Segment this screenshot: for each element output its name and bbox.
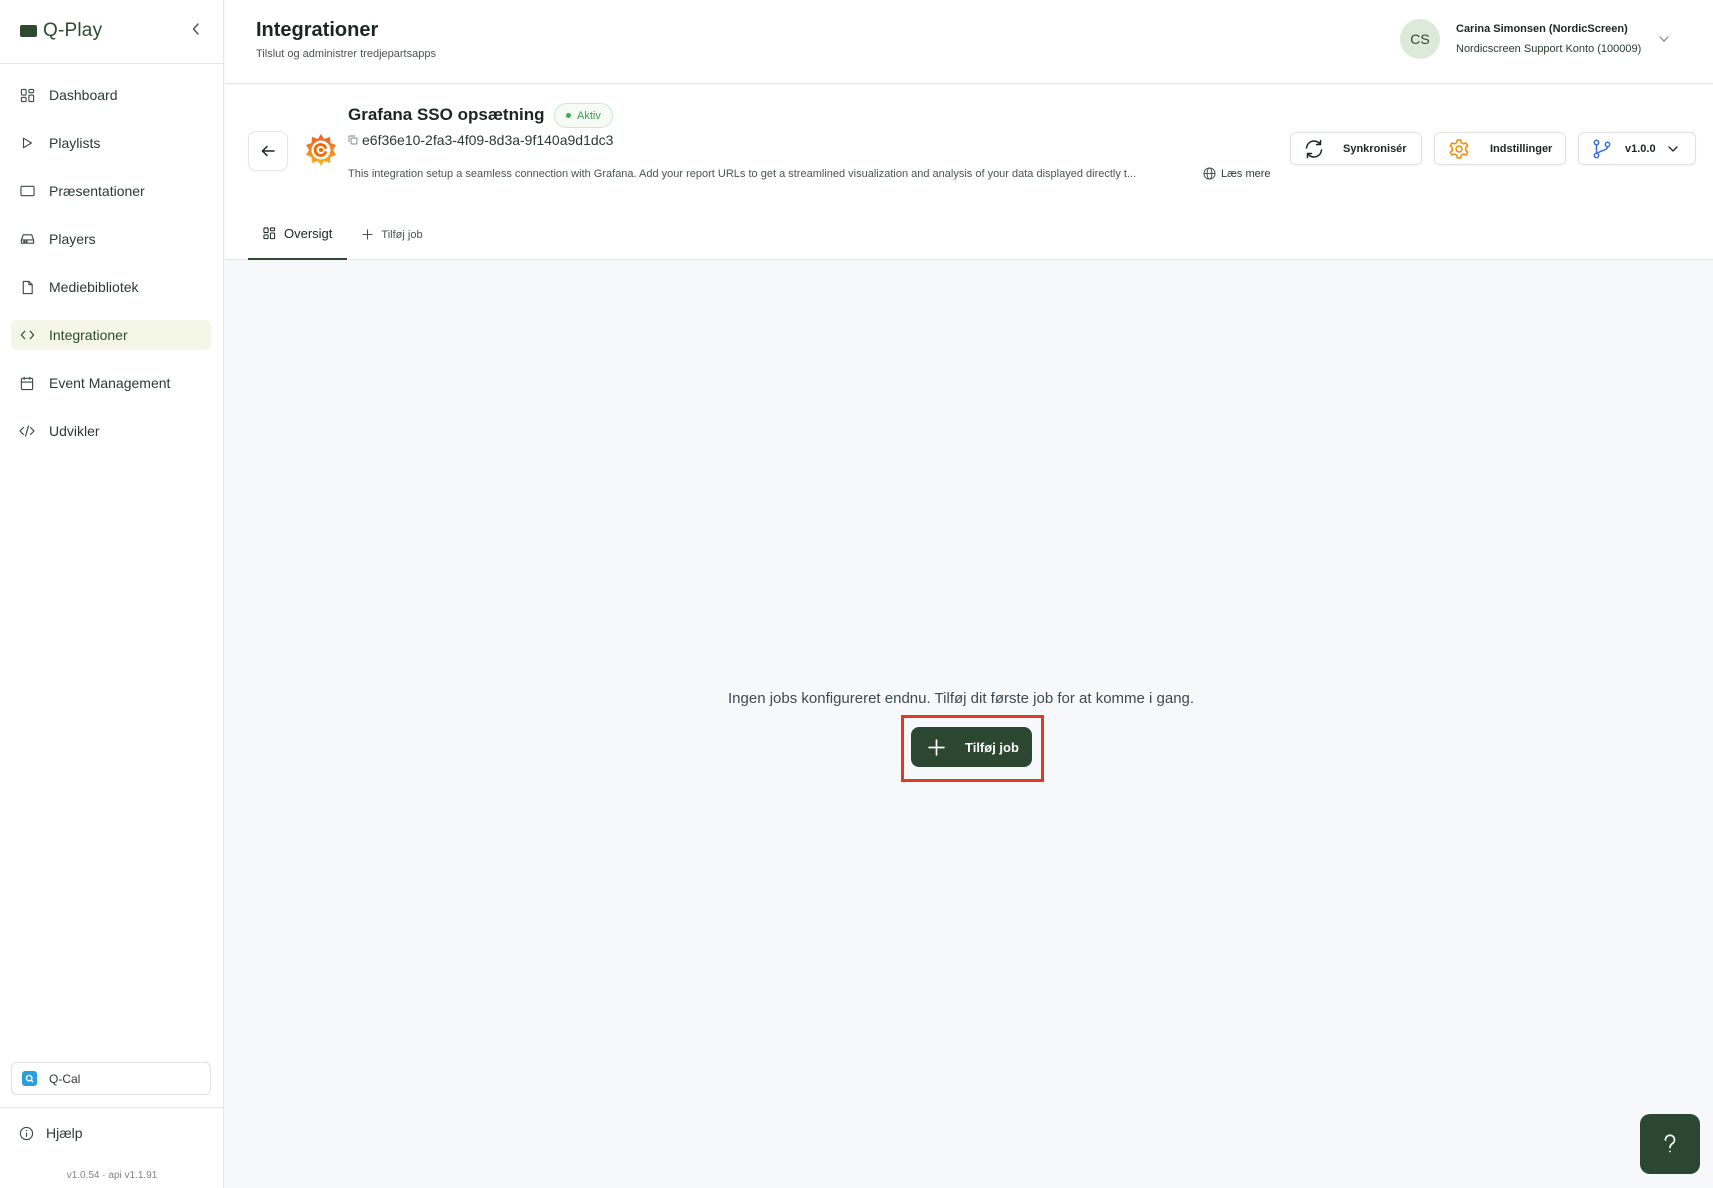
- sidebar-item-label: Dashboard: [49, 87, 118, 103]
- code-slash-icon: [19, 423, 35, 439]
- gear-icon: [1449, 138, 1469, 159]
- play-icon: [19, 135, 35, 151]
- code-brackets-icon: [19, 327, 35, 343]
- tab-label: Oversigt: [284, 226, 333, 241]
- git-branch-icon: [1593, 139, 1611, 158]
- back-button[interactable]: [248, 131, 288, 171]
- add-job-button[interactable]: Tilføj job: [911, 727, 1032, 767]
- help-label: Hjælp: [46, 1125, 83, 1141]
- sidebar-item-label: Udvikler: [49, 423, 100, 439]
- page-title: Integrationer: [256, 19, 379, 41]
- tab-label: Tilføj job: [381, 228, 423, 241]
- settings-button[interactable]: Indstillinger: [1434, 132, 1566, 165]
- sidebar-divider: [0, 63, 224, 64]
- refresh-icon: [1305, 139, 1323, 158]
- q-play-logo-icon: [20, 25, 37, 37]
- sidebar-item-label: Præsentationer: [49, 183, 145, 199]
- calendar-icon: [19, 375, 35, 391]
- status-label: Aktiv: [577, 109, 601, 122]
- grid-icon: [263, 227, 276, 240]
- user-name: Carina Simonsen (NordicScreen): [1456, 23, 1628, 35]
- tab-overview[interactable]: Oversigt: [248, 209, 348, 260]
- sidebar-item-presentations[interactable]: Præsentationer: [11, 176, 211, 206]
- collapse-sidebar-button[interactable]: [186, 18, 206, 40]
- question-icon: [1664, 1134, 1676, 1153]
- add-job-label: Tilføj job: [965, 739, 1019, 755]
- sidebar-nav: Dashboard Playlists Præsentationer Playe…: [11, 80, 211, 464]
- integration-tabs: Oversigt Tilføj job: [248, 209, 438, 260]
- sidebar-item-label: Integrationer: [49, 327, 128, 343]
- file-icon: [19, 279, 35, 295]
- grafana-logo-icon: [306, 134, 336, 166]
- page-subtitle: Tilslut og administrer tredjepartsapps: [256, 48, 436, 60]
- sidebar: Q-Play Dashboard Playlists Præsentatione…: [0, 0, 224, 1188]
- sidebar-item-playlists[interactable]: Playlists: [11, 128, 211, 158]
- dashboard-icon: [19, 87, 35, 103]
- app-version: v1.0.54 · api v1.1.91: [66, 1170, 158, 1181]
- brand[interactable]: Q-Play: [20, 18, 102, 44]
- empty-state-message: Ingen jobs konfigureret endnu. Tilføj di…: [728, 690, 1195, 707]
- info-icon: [19, 1126, 34, 1140]
- user-info: Carina Simonsen (NordicScreen) Nordicscr…: [1456, 23, 1641, 55]
- chevron-left-icon: [192, 23, 199, 35]
- status-dot-icon: [566, 113, 571, 118]
- chevron-down-icon: [1667, 145, 1678, 152]
- sidebar-item-developer[interactable]: Udvikler: [11, 416, 211, 446]
- screen-icon: [19, 183, 35, 199]
- version-label: v1.0.0: [1625, 142, 1656, 155]
- q-cal-label: Q-Cal: [49, 1071, 81, 1086]
- user-menu[interactable]: CS Carina Simonsen (NordicScreen) Nordic…: [1400, 19, 1669, 59]
- integration-id[interactable]: e6f36e10-2fa3-4f09-8d3a-9f140a9d1dc3: [348, 132, 613, 148]
- player-icon: [19, 231, 35, 247]
- read-more-link[interactable]: Læs mere: [1203, 167, 1271, 180]
- plus-icon: [362, 229, 374, 240]
- help-floating-button[interactable]: [1640, 1114, 1700, 1174]
- chevron-down-icon: [1659, 36, 1669, 42]
- plus-icon: [928, 738, 945, 756]
- sidebar-item-dashboard[interactable]: Dashboard: [11, 80, 211, 110]
- integration-header: Grafana SSO opsætning Aktiv e6f36e10-2fa…: [225, 85, 1713, 260]
- sidebar-item-label: Players: [49, 231, 96, 247]
- integration-title: Grafana SSO opsætning: [348, 105, 545, 124]
- sidebar-item-players[interactable]: Players: [11, 224, 211, 254]
- version-selector[interactable]: v1.0.0: [1578, 132, 1696, 165]
- help-link[interactable]: Hjælp: [19, 1125, 83, 1141]
- arrow-left-icon: [261, 145, 275, 157]
- q-cal-switcher[interactable]: Q-Cal: [11, 1062, 211, 1095]
- avatar: CS: [1400, 19, 1440, 59]
- read-more-label: Læs mere: [1221, 167, 1271, 180]
- integration-id-value: e6f36e10-2fa3-4f09-8d3a-9f140a9d1dc3: [362, 132, 614, 148]
- sidebar-divider-bottom: [0, 1107, 224, 1108]
- sidebar-item-label: Event Management: [49, 375, 171, 391]
- sync-label: Synkronisér: [1343, 142, 1407, 155]
- status-badge: Aktiv: [554, 103, 613, 128]
- settings-label: Indstillinger: [1490, 142, 1553, 155]
- sidebar-item-event-management[interactable]: Event Management: [11, 368, 211, 398]
- sidebar-item-media-library[interactable]: Mediebibliotek: [11, 272, 211, 302]
- brand-name: Q-Play: [43, 20, 103, 41]
- top-bar: Integrationer Tilslut og administrer tre…: [225, 0, 1713, 84]
- integration-description: This integration setup a seamless connec…: [348, 168, 1137, 180]
- sidebar-item-integrations[interactable]: Integrationer: [11, 320, 211, 350]
- globe-icon: [1203, 167, 1216, 180]
- sync-button[interactable]: Synkronisér: [1290, 132, 1422, 165]
- sidebar-item-label: Playlists: [49, 135, 101, 151]
- sidebar-item-label: Mediebibliotek: [49, 279, 139, 295]
- user-account: Nordicscreen Support Konto (100009): [1456, 43, 1642, 55]
- q-cal-logo-icon: [22, 1071, 37, 1086]
- tab-add-job[interactable]: Tilføj job: [347, 209, 437, 260]
- copy-icon[interactable]: [348, 135, 358, 145]
